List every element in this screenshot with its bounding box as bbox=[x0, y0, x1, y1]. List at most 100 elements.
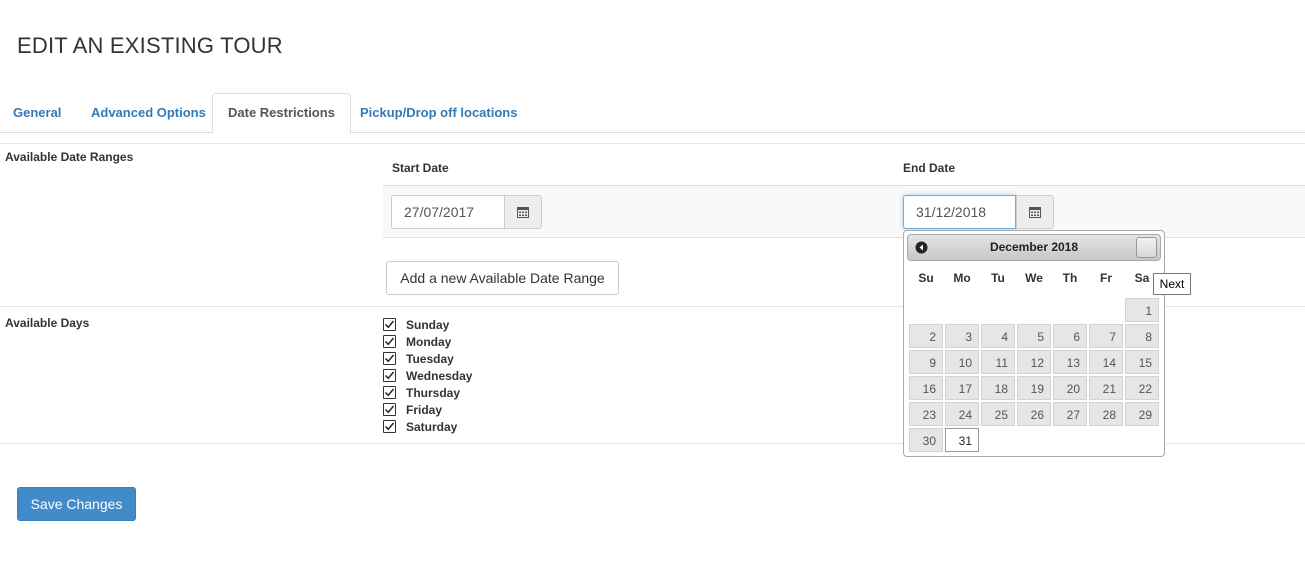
datepicker-day[interactable]: 13 bbox=[1053, 350, 1087, 374]
datepicker-cell bbox=[1052, 427, 1088, 453]
datepicker-cell: 17 bbox=[944, 375, 980, 401]
datepicker-day[interactable]: 14 bbox=[1089, 350, 1123, 374]
day-friday-label: Friday bbox=[406, 402, 443, 417]
datepicker-day[interactable]: 17 bbox=[945, 376, 979, 400]
datepicker-day[interactable]: 23 bbox=[909, 402, 943, 426]
check-icon bbox=[384, 371, 395, 380]
start-date-input[interactable] bbox=[391, 195, 504, 229]
weekday-label: Th bbox=[1062, 271, 1078, 285]
check-icon bbox=[384, 388, 395, 397]
datepicker-day[interactable]: 3 bbox=[945, 324, 979, 348]
datepicker-cell: 3 bbox=[944, 323, 980, 349]
calendar-icon bbox=[1029, 207, 1041, 218]
datepicker-day[interactable]: 15 bbox=[1125, 350, 1159, 374]
datepicker-cell: 4 bbox=[980, 323, 1016, 349]
calendar-icon bbox=[517, 207, 529, 218]
datepicker-cell bbox=[944, 297, 980, 323]
add-date-range-button[interactable]: Add a new Available Date Range bbox=[386, 261, 619, 295]
day-sunday-label: Sunday bbox=[406, 317, 450, 332]
day-sunday-checkbox[interactable] bbox=[383, 318, 396, 331]
datepicker-day[interactable]: 19 bbox=[1017, 376, 1051, 400]
datepicker-day[interactable]: 18 bbox=[981, 376, 1015, 400]
save-changes-button[interactable]: Save Changes bbox=[17, 487, 136, 521]
datepicker-cell: 12 bbox=[1016, 349, 1052, 375]
start-date-label: Start Date bbox=[392, 161, 449, 175]
datepicker-month-title: December 2018 bbox=[989, 240, 1079, 254]
datepicker-day[interactable]: 10 bbox=[945, 350, 979, 374]
page-title: EDIT AN EXISTING TOUR bbox=[17, 33, 283, 58]
end-date-label: End Date bbox=[903, 161, 956, 175]
datepicker-day-grid: 1 2 3 4 5 6 7 8 9 10 11 12 13 14 15 16 17 18 19 20 21 22 23 24 2… bbox=[908, 297, 1160, 453]
day-tuesday-checkbox[interactable] bbox=[383, 352, 396, 365]
datepicker-cell: 11 bbox=[980, 349, 1016, 375]
datepicker-cell: 19 bbox=[1016, 375, 1052, 401]
end-date-calendar-button[interactable] bbox=[1016, 195, 1054, 229]
datepicker-day[interactable]: 6 bbox=[1053, 324, 1087, 348]
weekday-label: Fr bbox=[1100, 271, 1112, 285]
day-thursday-checkbox[interactable] bbox=[383, 386, 396, 399]
day-saturday-checkbox[interactable] bbox=[383, 420, 396, 433]
datepicker-cell: 16 bbox=[908, 375, 944, 401]
day-wednesday-checkbox[interactable] bbox=[383, 369, 396, 382]
datepicker-day[interactable]: 11 bbox=[981, 350, 1015, 374]
day-tuesday-label: Tuesday bbox=[406, 351, 454, 366]
day-friday-checkbox[interactable] bbox=[383, 403, 396, 416]
datepicker-day[interactable]: 9 bbox=[909, 350, 943, 374]
datepicker-day[interactable]: 22 bbox=[1125, 376, 1159, 400]
tab-advanced-options[interactable]: Advanced Options bbox=[78, 93, 219, 133]
tab-pickup-drop-off-locations[interactable]: Pickup/Drop off locations bbox=[347, 93, 530, 133]
datepicker-day[interactable]: 27 bbox=[1053, 402, 1087, 426]
next-tooltip: Next bbox=[1153, 273, 1191, 295]
datepicker-cell: 1 bbox=[1124, 297, 1160, 323]
datepicker-day[interactable]: 2 bbox=[909, 324, 943, 348]
datepicker-cell: 5 bbox=[1016, 323, 1052, 349]
datepicker-day[interactable]: 28 bbox=[1089, 402, 1123, 426]
datepicker-cell bbox=[908, 297, 944, 323]
day-thursday-label: Thursday bbox=[406, 385, 461, 400]
datepicker-cell bbox=[980, 427, 1016, 453]
datepicker-cell: 14 bbox=[1088, 349, 1124, 375]
datepicker-cell: 27 bbox=[1052, 401, 1088, 427]
datepicker-week-row: 23 24 25 26 27 28 29 bbox=[908, 401, 1160, 427]
datepicker-day[interactable]: 21 bbox=[1089, 376, 1123, 400]
end-date-group bbox=[903, 195, 1054, 229]
datepicker-week-row: 2345678 bbox=[908, 323, 1160, 349]
datepicker-cell: 7 bbox=[1088, 323, 1124, 349]
end-date-input[interactable] bbox=[903, 195, 1016, 229]
datepicker-cell: 25 bbox=[980, 401, 1016, 427]
weekday-label: Tu bbox=[991, 271, 1005, 285]
datepicker-next-button[interactable] bbox=[1136, 237, 1157, 258]
datepicker-day[interactable]: 30 bbox=[909, 428, 943, 452]
datepicker-week-row: 30 31 bbox=[908, 427, 1160, 453]
datepicker-day[interactable]: 24 bbox=[945, 402, 979, 426]
datepicker-day[interactable]: 29 bbox=[1125, 402, 1159, 426]
datepicker-day-current[interactable]: 31 bbox=[945, 428, 979, 452]
datepicker-cell: 10 bbox=[944, 349, 980, 375]
datepicker-week-row: 1 bbox=[908, 297, 1160, 323]
tab-date-restrictions[interactable]: Date Restrictions bbox=[212, 93, 351, 134]
day-monday-checkbox[interactable] bbox=[383, 335, 396, 348]
datepicker-day[interactable]: 5 bbox=[1017, 324, 1051, 348]
datepicker-cell bbox=[1016, 297, 1052, 323]
datepicker-cell bbox=[1052, 297, 1088, 323]
datepicker-day[interactable]: 7 bbox=[1089, 324, 1123, 348]
datepicker-cell: 23 bbox=[908, 401, 944, 427]
datepicker-day[interactable]: 4 bbox=[981, 324, 1015, 348]
tab-general[interactable]: General bbox=[0, 93, 74, 133]
datepicker-day[interactable]: 25 bbox=[981, 402, 1015, 426]
weekday-label: Mo bbox=[953, 271, 971, 285]
datepicker-cell: 2 bbox=[908, 323, 944, 349]
datepicker-week-row: 16 17 18 19 20 21 22 bbox=[908, 375, 1160, 401]
datepicker-day[interactable]: 1 bbox=[1125, 298, 1159, 322]
datepicker-day[interactable]: 8 bbox=[1125, 324, 1159, 348]
datepicker-day[interactable]: 12 bbox=[1017, 350, 1051, 374]
datepicker-cell: 8 bbox=[1124, 323, 1160, 349]
available-days-label: Available Days bbox=[5, 316, 90, 330]
day-monday: Monday bbox=[383, 333, 472, 350]
datepicker-day[interactable]: 26 bbox=[1017, 402, 1051, 426]
weekday-label: Su bbox=[918, 271, 934, 285]
datepicker-day[interactable]: 16 bbox=[909, 376, 943, 400]
available-days-list: Sunday Monday Tuesday Wednesday Thursday… bbox=[383, 316, 472, 435]
start-date-calendar-button[interactable] bbox=[504, 195, 542, 229]
datepicker-day[interactable]: 20 bbox=[1053, 376, 1087, 400]
